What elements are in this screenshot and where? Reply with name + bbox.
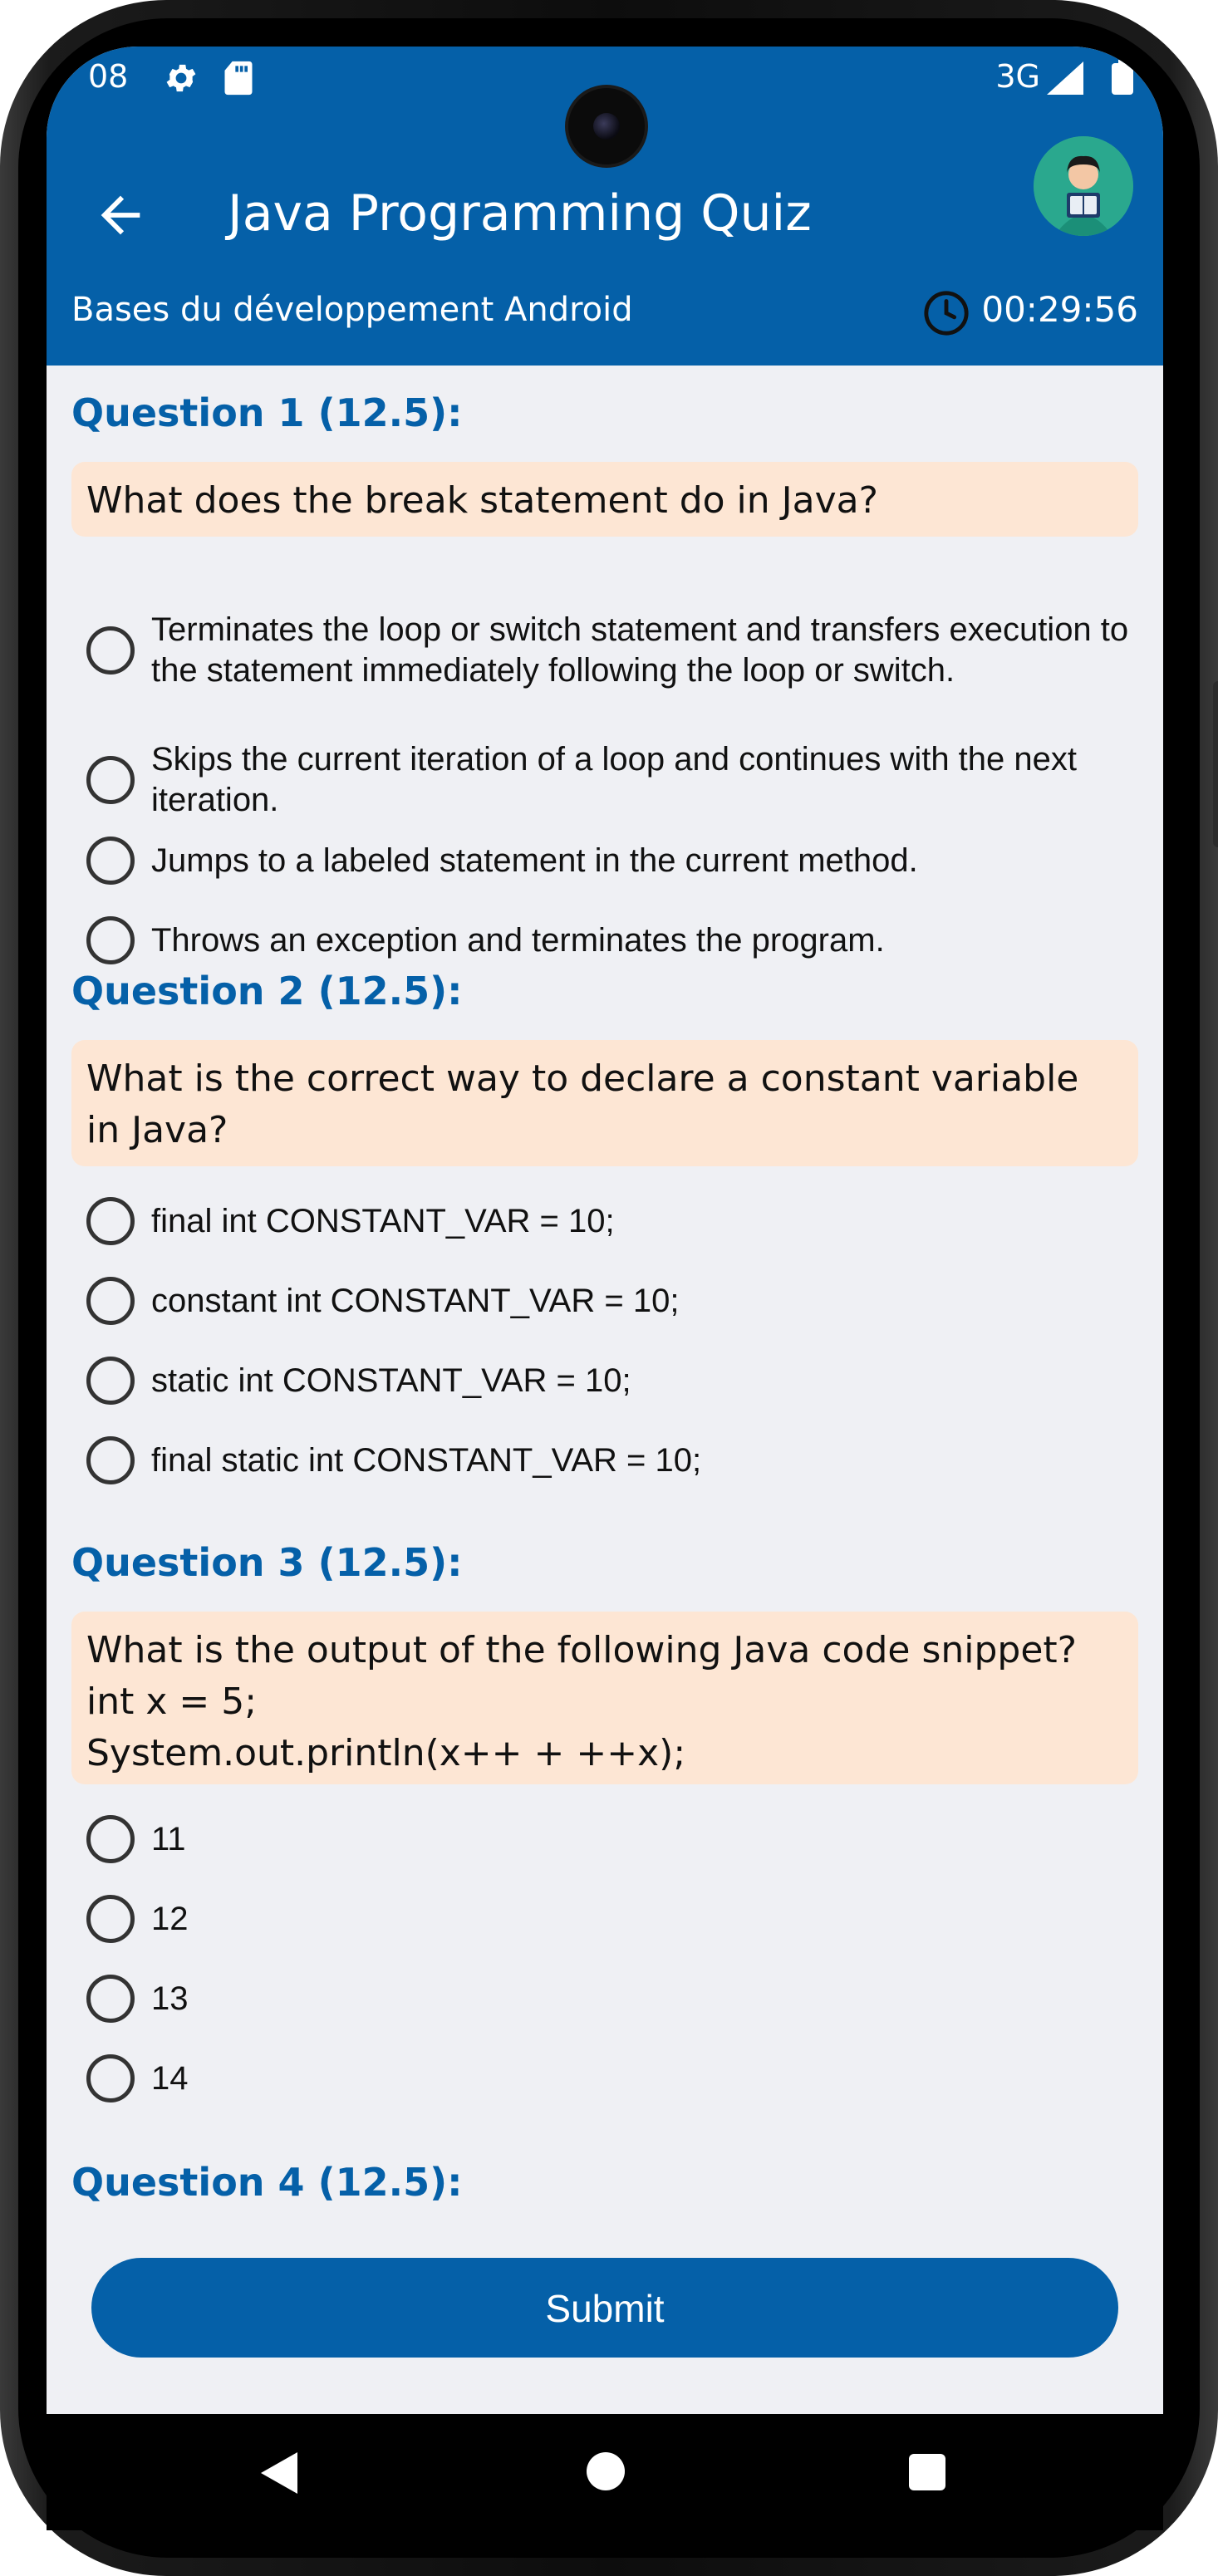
option-label: Terminates the loop or switch statement … — [151, 611, 1129, 689]
question-4-title: Question 4 (12.5): — [71, 2160, 463, 2205]
question-3-line-2: int x = 5; — [86, 1681, 258, 1723]
radio-button[interactable] — [86, 1357, 135, 1405]
countdown-timer: 00:29:56 — [981, 289, 1138, 330]
nav-home-icon[interactable] — [587, 2452, 625, 2490]
question-3-text: What is the output of the following Java… — [71, 1612, 1138, 1784]
option-label: constant int CONSTANT_VAR = 10; — [151, 1282, 680, 1319]
radio-button[interactable] — [86, 837, 135, 885]
front-camera — [568, 88, 645, 164]
question-1-option-4[interactable]: Throws an exception and terminates the p… — [86, 915, 1142, 965]
submit-button[interactable]: Submit — [91, 2258, 1118, 2358]
question-2-option-2[interactable]: constant int CONSTANT_VAR = 10; — [86, 1276, 1142, 1326]
question-2-title: Question 2 (12.5): — [71, 969, 463, 1013]
question-2-option-1[interactable]: final int CONSTANT_VAR = 10; — [86, 1196, 1142, 1246]
option-label: static int CONSTANT_VAR = 10; — [151, 1362, 631, 1399]
option-label: Jumps to a labeled statement in the curr… — [151, 841, 918, 879]
question-3-option-2[interactable]: 12 — [86, 1894, 1142, 1944]
radio-button[interactable] — [86, 1197, 135, 1245]
question-3-option-4[interactable]: 14 — [86, 2053, 1142, 2103]
option-label: final static int CONSTANT_VAR = 10; — [151, 1441, 702, 1479]
question-2-text: What is the correct way to declare a con… — [71, 1040, 1138, 1166]
radio-button[interactable] — [86, 626, 135, 675]
sd-card-icon — [223, 60, 254, 100]
battery-icon — [1112, 60, 1133, 98]
question-2-option-4[interactable]: final static int CONSTANT_VAR = 10; — [86, 1435, 1142, 1485]
question-1-option-1[interactable]: Terminates the loop or switch statement … — [86, 610, 1142, 691]
question-3-line-3: System.out.println(x++ + ++x); — [86, 1732, 686, 1774]
radio-button[interactable] — [86, 1277, 135, 1325]
option-label: 11 — [151, 1820, 186, 1857]
radio-button[interactable] — [86, 1436, 135, 1484]
network-type: 3G — [995, 58, 1040, 95]
question-3-option-3[interactable]: 13 — [86, 1974, 1142, 2024]
radio-button[interactable] — [86, 916, 135, 964]
option-label: 13 — [151, 1980, 189, 2017]
option-label: final int CONSTANT_VAR = 10; — [151, 1202, 615, 1239]
question-3-line-1: What is the output of the following Java… — [86, 1629, 1078, 1671]
course-subtitle: Bases du développement Android — [71, 291, 633, 329]
option-label: 12 — [151, 1900, 189, 1937]
question-1-text: What does the break statement do in Java… — [71, 462, 1138, 537]
app-header: 08 3G Java Programming Quiz Bases du dév… — [47, 47, 1163, 366]
option-label: 14 — [151, 2059, 189, 2097]
question-3-option-1[interactable]: 11 — [86, 1814, 1142, 1864]
question-3-title: Question 3 (12.5): — [71, 1540, 463, 1585]
option-label: Skips the current iteration of a loop an… — [151, 741, 1078, 818]
screen: 08 3G Java Programming Quiz Bases du dév… — [47, 47, 1163, 2414]
signal-icon — [1047, 61, 1083, 98]
question-2-option-3[interactable]: static int CONSTANT_VAR = 10; — [86, 1356, 1142, 1406]
back-arrow-icon[interactable] — [91, 186, 150, 244]
radio-button[interactable] — [86, 1975, 135, 2023]
question-1-option-2[interactable]: Skips the current iteration of a loop an… — [86, 739, 1142, 821]
radio-button[interactable] — [86, 2054, 135, 2103]
question-1-option-3[interactable]: Jumps to a labeled statement in the curr… — [86, 836, 1142, 886]
status-time: 08 — [88, 58, 129, 95]
nav-back-icon[interactable] — [258, 2451, 299, 2499]
radio-button[interactable] — [86, 756, 135, 804]
clock-icon — [922, 289, 970, 337]
settings-icon — [163, 60, 199, 100]
volume-button — [1213, 681, 1218, 847]
nav-recents-icon[interactable] — [909, 2454, 945, 2490]
question-1-title: Question 1 (12.5): — [71, 390, 463, 435]
radio-button[interactable] — [86, 1815, 135, 1863]
app-title: Java Programming Quiz — [228, 184, 812, 243]
option-label: Throws an exception and terminates the p… — [151, 921, 885, 959]
avatar[interactable] — [1034, 136, 1133, 236]
radio-button[interactable] — [86, 1895, 135, 1943]
